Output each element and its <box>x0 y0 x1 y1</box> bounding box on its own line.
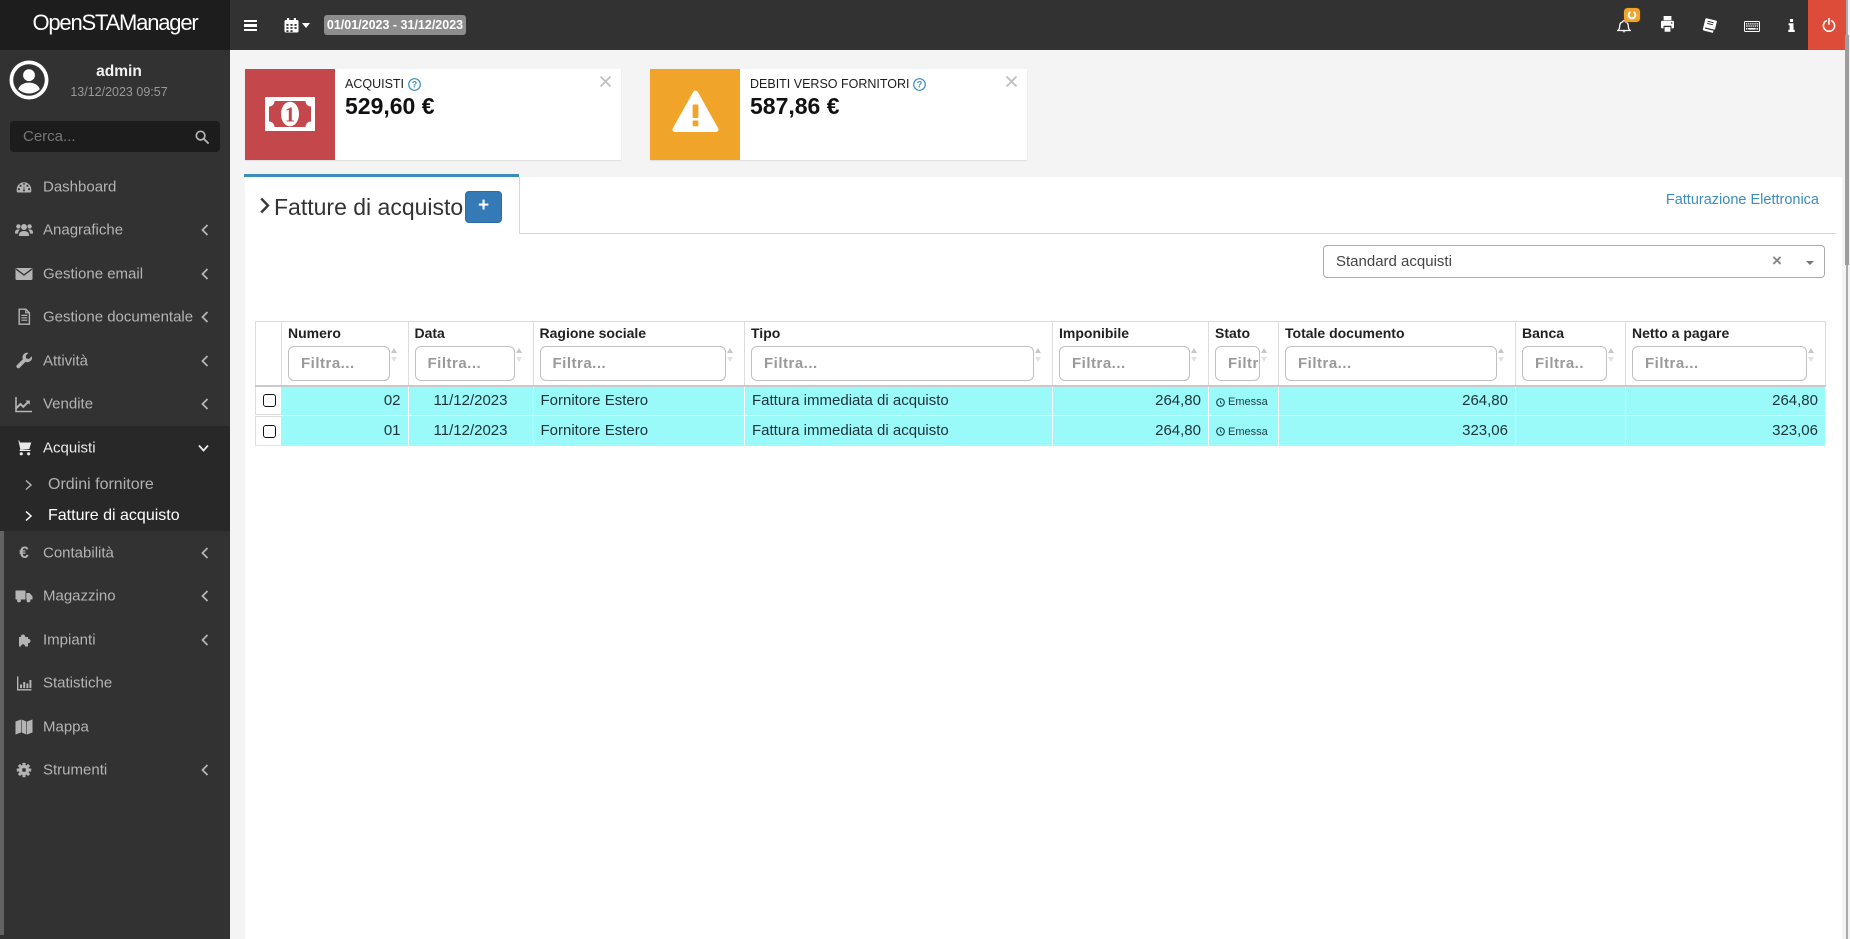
svg-text:1: 1 <box>285 103 296 127</box>
svg-text:?: ? <box>917 79 923 89</box>
svg-text:?: ? <box>411 79 417 89</box>
